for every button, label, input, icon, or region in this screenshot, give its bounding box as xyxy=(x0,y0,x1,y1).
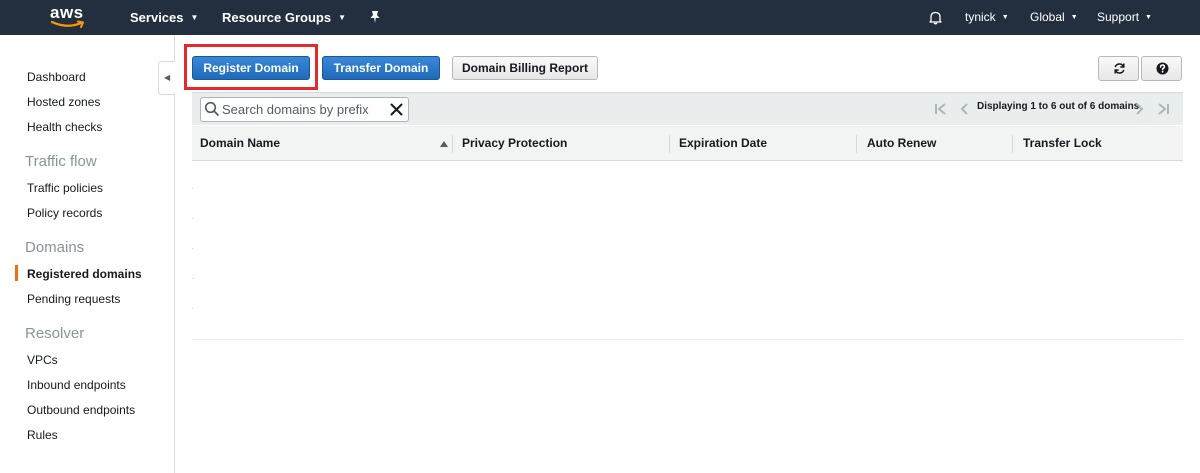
sidebar-item-traffic-policies[interactable]: Traffic policies xyxy=(27,181,103,195)
column-header-privacy-protection[interactable]: Privacy Protection xyxy=(462,126,567,161)
column-header-auto-renew[interactable]: Auto Renew xyxy=(867,126,936,161)
chevron-left-icon: ◀ xyxy=(164,73,171,82)
row-divider xyxy=(192,278,193,279)
sidebar-item-hosted-zones[interactable]: Hosted zones xyxy=(27,95,100,109)
table-body xyxy=(192,161,1183,340)
region-menu[interactable]: Global ▼ xyxy=(1030,0,1078,35)
bell-icon[interactable] xyxy=(928,10,943,25)
transfer-domain-button[interactable]: Transfer Domain xyxy=(322,56,440,80)
sidebar-collapse-toggle[interactable]: ◀ xyxy=(158,61,175,95)
support-menu[interactable]: Support ▼ xyxy=(1097,0,1152,35)
refresh-icon xyxy=(1114,63,1125,74)
sidebar-heading-traffic-flow: Traffic flow xyxy=(25,153,97,170)
row-divider xyxy=(192,308,193,309)
previous-page-icon[interactable] xyxy=(959,102,969,116)
sidebar-heading-domains: Domains xyxy=(25,239,85,256)
search-input[interactable] xyxy=(222,101,382,118)
refresh-button[interactable] xyxy=(1098,56,1139,81)
chevron-down-icon: ▼ xyxy=(1070,14,1078,21)
aws-logo[interactable]: aws xyxy=(50,4,86,30)
column-header-domain-name[interactable]: Domain Name xyxy=(200,126,280,161)
sidebar-item-health-checks[interactable]: Health checks xyxy=(27,120,102,134)
help-button[interactable] xyxy=(1141,56,1182,81)
last-page-icon[interactable] xyxy=(1156,102,1170,116)
column-divider xyxy=(452,135,453,153)
sidebar-item-rules[interactable]: Rules xyxy=(27,428,58,442)
aws-smile-icon xyxy=(51,20,84,28)
services-menu[interactable]: Services ▼ xyxy=(130,0,198,35)
first-page-icon[interactable] xyxy=(934,102,948,116)
pin-icon[interactable] xyxy=(368,10,382,24)
pager-status: Displaying 1 to 6 out of 6 domains xyxy=(977,101,1140,112)
column-divider xyxy=(856,135,857,153)
highlight-box xyxy=(184,44,318,90)
sidebar-item-inbound-endpoints[interactable]: Inbound endpoints xyxy=(27,378,126,392)
active-indicator xyxy=(15,265,18,281)
search-box xyxy=(200,97,409,122)
chevron-down-icon: ▼ xyxy=(1145,14,1152,21)
chevron-down-icon: ▼ xyxy=(190,13,199,22)
column-divider xyxy=(1012,135,1013,153)
chevron-down-icon: ▼ xyxy=(338,13,347,22)
sidebar-item-registered-domains[interactable]: Registered domains xyxy=(27,267,142,281)
column-header-transfer-lock[interactable]: Transfer Lock xyxy=(1023,126,1102,161)
sidebar: Dashboard Hosted zones Health checks Tra… xyxy=(0,35,175,473)
row-divider xyxy=(192,218,193,219)
row-divider xyxy=(192,188,193,189)
sidebar-item-dashboard[interactable]: Dashboard xyxy=(27,70,86,84)
top-navigation-bar: aws Services ▼ Resource Groups ▼ tynick ▼ G… xyxy=(0,0,1200,35)
sidebar-item-vpcs[interactable]: VPCs xyxy=(27,353,58,367)
sidebar-item-pending-requests[interactable]: Pending requests xyxy=(27,292,120,306)
table-toolbar: Displaying 1 to 6 out of 6 domains xyxy=(192,92,1183,125)
row-divider xyxy=(192,248,193,249)
sidebar-heading-resolver: Resolver xyxy=(25,325,85,342)
column-header-expiration-date[interactable]: Expiration Date xyxy=(679,126,767,161)
domain-billing-report-button[interactable]: Domain Billing Report xyxy=(452,56,598,80)
search-icon xyxy=(204,101,219,116)
next-page-icon[interactable] xyxy=(1135,102,1145,116)
column-divider xyxy=(669,135,670,153)
table-header: Domain Name Privacy Protection Expiratio… xyxy=(192,126,1183,161)
sidebar-item-policy-records[interactable]: Policy records xyxy=(27,206,102,220)
resource-groups-menu[interactable]: Resource Groups ▼ xyxy=(222,0,346,35)
sidebar-item-outbound-endpoints[interactable]: Outbound endpoints xyxy=(27,403,135,417)
close-icon[interactable] xyxy=(389,102,404,117)
user-menu[interactable]: tynick ▼ xyxy=(965,0,1009,35)
chevron-down-icon: ▼ xyxy=(1001,14,1009,21)
sort-ascending-icon[interactable] xyxy=(440,141,448,147)
help-icon xyxy=(1156,62,1169,75)
